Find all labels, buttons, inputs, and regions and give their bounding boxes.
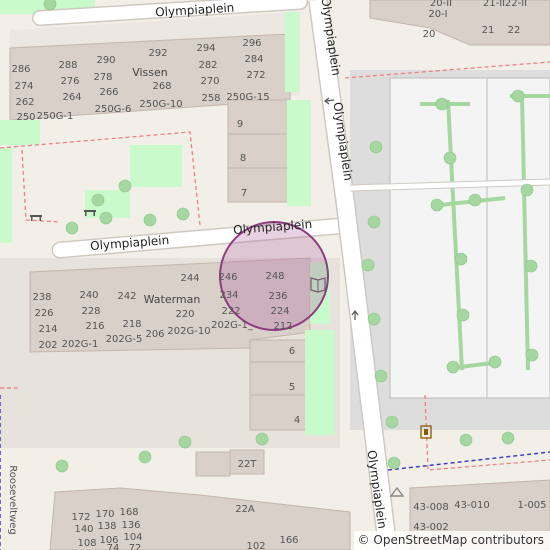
svg-text:272: 272 — [246, 70, 265, 81]
svg-text:21: 21 — [482, 25, 495, 36]
svg-text:202G-1_: 202G-1_ — [211, 320, 254, 331]
svg-text:168: 168 — [119, 507, 138, 518]
building-name-vissen: Vissen — [132, 66, 168, 79]
svg-text:140: 140 — [74, 524, 93, 535]
building-name-waterman: Waterman — [144, 293, 201, 306]
svg-text:250G-15: 250G-15 — [226, 92, 269, 103]
svg-text:43-008: 43-008 — [413, 502, 448, 513]
street-label-roosevelt: Rooseveltweg — [7, 465, 18, 535]
svg-text:264: 264 — [62, 92, 81, 103]
svg-text:288: 288 — [58, 60, 77, 71]
svg-text:216: 216 — [85, 321, 104, 332]
svg-text:43-010: 43-010 — [454, 500, 489, 511]
svg-text:72: 72 — [129, 543, 142, 550]
svg-text:284: 284 — [244, 54, 263, 65]
svg-text:292: 292 — [148, 48, 167, 59]
svg-text:138: 138 — [97, 521, 116, 532]
svg-text:22: 22 — [508, 25, 521, 36]
svg-text:1-005: 1-005 — [517, 500, 546, 511]
copyright-symbol: © — [357, 533, 370, 547]
park-strip-waterman — [305, 330, 335, 435]
svg-text:290: 290 — [96, 55, 115, 66]
svg-text:136: 136 — [121, 520, 140, 531]
park-strip-mid — [287, 100, 311, 206]
svg-text:262: 262 — [15, 97, 34, 108]
svg-text:242: 242 — [117, 291, 136, 302]
svg-text:22-II: 22-II — [505, 0, 527, 9]
park-left-strip — [0, 148, 12, 243]
svg-text:222: 222 — [221, 306, 240, 317]
svg-text:268: 268 — [152, 81, 171, 92]
svg-text:5: 5 — [289, 382, 295, 393]
svg-text:166: 166 — [279, 535, 298, 546]
svg-text:286: 286 — [11, 64, 30, 75]
svg-text:244: 244 — [180, 273, 199, 284]
map-view[interactable]: Olympiaplein Olympiaplein Olympiaplein O… — [0, 0, 550, 550]
svg-text:218: 218 — [122, 319, 141, 330]
map-attribution: © OpenStreetMap contributors — [353, 531, 550, 550]
svg-text:21-II: 21-II — [483, 0, 505, 9]
osm-contributors-link[interactable]: OpenStreetMap contributors — [373, 533, 544, 547]
svg-text:170: 170 — [95, 509, 114, 520]
svg-text:250: 250 — [16, 112, 35, 123]
svg-text:278: 278 — [93, 72, 112, 83]
svg-text:236: 236 — [268, 291, 287, 302]
building-22t-a — [195, 451, 231, 477]
park-strip-top — [285, 12, 299, 92]
svg-text:8: 8 — [240, 153, 246, 164]
svg-text:250G-6: 250G-6 — [95, 104, 132, 115]
svg-text:270: 270 — [200, 76, 219, 87]
building-vissen-wing — [227, 99, 289, 203]
svg-text:22A: 22A — [235, 504, 255, 515]
svg-text:214: 214 — [38, 324, 57, 335]
svg-text:172: 172 — [71, 512, 90, 523]
svg-text:248: 248 — [265, 271, 284, 282]
svg-text:228: 228 — [81, 306, 100, 317]
svg-text:102: 102 — [246, 541, 265, 550]
svg-text:20-I: 20-I — [428, 9, 447, 20]
svg-text:258: 258 — [201, 93, 220, 104]
svg-text:22T: 22T — [238, 459, 258, 470]
svg-text:220: 220 — [175, 309, 194, 320]
svg-text:250G-10: 250G-10 — [139, 99, 182, 110]
svg-text:282: 282 — [198, 60, 217, 71]
svg-text:296: 296 — [242, 38, 261, 49]
svg-text:202: 202 — [38, 340, 57, 351]
svg-text:274: 274 — [14, 81, 33, 92]
svg-text:104: 104 — [123, 532, 142, 543]
svg-text:240: 240 — [79, 290, 98, 301]
svg-text:250G-1: 250G-1 — [37, 111, 74, 122]
svg-text:294: 294 — [196, 43, 215, 54]
svg-text:206: 206 — [145, 329, 164, 340]
park-left — [0, 120, 40, 145]
park-small — [130, 145, 182, 187]
svg-text:20: 20 — [423, 29, 436, 40]
svg-text:4: 4 — [294, 415, 300, 426]
svg-text:202G-10: 202G-10 — [167, 326, 210, 337]
svg-text:238: 238 — [32, 292, 51, 303]
svg-text:74: 74 — [107, 543, 120, 550]
svg-text:234: 234 — [219, 290, 238, 301]
svg-text:202G-1: 202G-1 — [62, 339, 99, 350]
svg-text:246: 246 — [218, 272, 237, 283]
map-canvas[interactable]: Olympiaplein Olympiaplein Olympiaplein O… — [0, 0, 550, 550]
svg-text:108: 108 — [77, 538, 96, 549]
svg-text:224: 224 — [270, 306, 289, 317]
svg-text:266: 266 — [99, 87, 118, 98]
svg-text:226: 226 — [34, 308, 53, 319]
svg-text:7: 7 — [241, 188, 247, 199]
svg-text:276: 276 — [60, 76, 79, 87]
svg-text:212: 212 — [273, 321, 292, 332]
svg-text:9: 9 — [237, 119, 243, 130]
svg-text:20-II: 20-II — [430, 0, 452, 9]
svg-text:202G-5: 202G-5 — [106, 334, 143, 345]
svg-text:6: 6 — [289, 346, 295, 357]
